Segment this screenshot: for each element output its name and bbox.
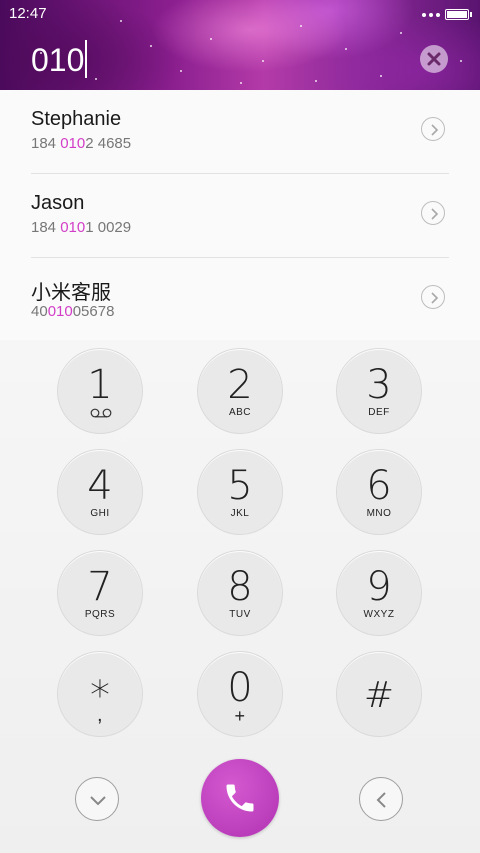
key-digit: 8 xyxy=(227,564,253,610)
chevron-right-icon xyxy=(431,292,439,304)
chevron-left-icon xyxy=(376,792,386,808)
key-star[interactable]: * , xyxy=(57,651,143,737)
number-match-highlight: 010 xyxy=(60,135,86,152)
status-time: 12:47 xyxy=(9,5,47,22)
contact-detail-button[interactable] xyxy=(421,201,445,225)
key-letters: ABC xyxy=(228,407,252,418)
contact-number: 184 0102 4685 xyxy=(31,135,132,152)
key-digit: 1 xyxy=(87,362,113,408)
number-match-highlight: 010 xyxy=(60,219,86,236)
dialer-header: 12:47 010 xyxy=(0,0,480,90)
dial-input-value: 010 xyxy=(31,42,85,78)
contact-detail-button[interactable] xyxy=(421,285,445,309)
chevron-down-icon xyxy=(90,796,106,806)
key-5[interactable]: 5 JKL xyxy=(197,449,283,535)
dial-input[interactable]: 010 xyxy=(31,40,88,80)
key-letters: JKL xyxy=(230,508,250,519)
key-letters: , xyxy=(96,704,104,726)
text-cursor xyxy=(85,40,88,78)
key-hash[interactable]: # xyxy=(336,651,422,737)
key-digit: 4 xyxy=(87,463,113,509)
chevron-right-icon xyxy=(431,124,439,136)
chevron-right-icon xyxy=(431,208,439,220)
key-9[interactable]: 9 WXYZ xyxy=(336,550,422,636)
key-digit: 2 xyxy=(227,362,253,408)
contact-number: 184 0101 0029 xyxy=(31,219,132,236)
battery-icon xyxy=(445,9,472,20)
key-0[interactable]: 0 + xyxy=(197,651,283,737)
key-7[interactable]: 7 PQRS xyxy=(57,550,143,636)
key-digit: 5 xyxy=(227,463,253,509)
contact-row[interactable]: Jason 184 0101 0029 xyxy=(0,174,480,258)
key-6[interactable]: 6 MNO xyxy=(336,449,422,535)
contact-name: 小米客服 xyxy=(31,280,111,304)
key-letters: DEF xyxy=(368,407,390,418)
call-button[interactable] xyxy=(201,759,279,837)
key-letters: GHI xyxy=(90,508,110,519)
number-match-highlight: 010 xyxy=(47,303,73,320)
key-letters: TUV xyxy=(229,609,251,620)
key-digit: # xyxy=(363,675,395,716)
key-letters: MNO xyxy=(366,508,392,519)
status-bar: 12:47 xyxy=(0,0,480,28)
key-2[interactable]: 2 ABC xyxy=(197,348,283,434)
key-8[interactable]: 8 TUV xyxy=(197,550,283,636)
contact-number: 4001005678 xyxy=(31,303,115,320)
backspace-button[interactable] xyxy=(359,777,403,821)
key-digit: 9 xyxy=(366,564,392,610)
contact-row[interactable]: Stephanie 184 0102 4685 xyxy=(0,90,480,174)
contact-results-list: Stephanie 184 0102 4685 Jason 184 0101 0… xyxy=(0,90,480,340)
key-letters: PQRS xyxy=(84,609,116,620)
contact-name: Jason xyxy=(31,192,85,214)
contact-row[interactable]: 小米客服 4001005678 xyxy=(0,258,480,342)
key-digit: 6 xyxy=(366,463,392,509)
key-1[interactable]: 1 xyxy=(57,348,143,434)
key-letters: + xyxy=(234,706,246,726)
key-digit: 7 xyxy=(87,564,113,610)
phone-icon xyxy=(226,784,254,812)
contact-detail-button[interactable] xyxy=(421,117,445,141)
clear-input-button[interactable] xyxy=(420,45,448,73)
key-3[interactable]: 3 DEF xyxy=(336,348,422,434)
voicemail-icon xyxy=(90,408,112,418)
key-digit: 3 xyxy=(366,362,392,408)
key-letters: WXYZ xyxy=(363,609,395,620)
contact-name: Stephanie xyxy=(31,108,122,130)
collapse-keypad-button[interactable] xyxy=(75,777,119,821)
close-icon xyxy=(427,52,441,66)
key-digit: 0 xyxy=(227,665,253,711)
key-4[interactable]: 4 GHI xyxy=(57,449,143,535)
signal-dots-icon xyxy=(422,13,440,17)
